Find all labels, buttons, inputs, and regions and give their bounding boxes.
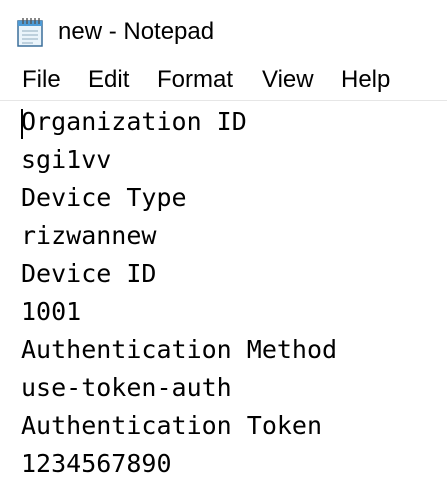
window-title: new - Notepad	[58, 18, 215, 45]
menu-format[interactable]: Format	[157, 64, 233, 96]
menu-file[interactable]: File	[22, 64, 61, 96]
text-editor[interactable]: Organization ID sgi1vv Device Type rizwa…	[0, 101, 447, 482]
editor-line: Authentication Token	[21, 411, 323, 440]
editor-line: sgi1vv	[21, 145, 112, 174]
editor-line: Device Type	[21, 183, 187, 212]
menu-bar: File Edit Format View Help	[0, 62, 447, 101]
editor-line: Device ID	[21, 259, 157, 288]
editor-line: Organization ID	[21, 107, 247, 136]
menu-view[interactable]: View	[262, 64, 314, 96]
title-bar: new - Notepad	[0, 0, 447, 62]
editor-line: 1001	[21, 297, 82, 326]
editor-line: use-token-auth	[21, 373, 232, 402]
editor-line: Authentication Method	[21, 335, 338, 364]
editor-line: 1234567890	[21, 449, 172, 478]
menu-edit[interactable]: Edit	[88, 64, 129, 96]
notepad-icon	[15, 16, 45, 48]
menu-help[interactable]: Help	[341, 64, 390, 96]
editor-line: rizwannew	[21, 221, 157, 250]
